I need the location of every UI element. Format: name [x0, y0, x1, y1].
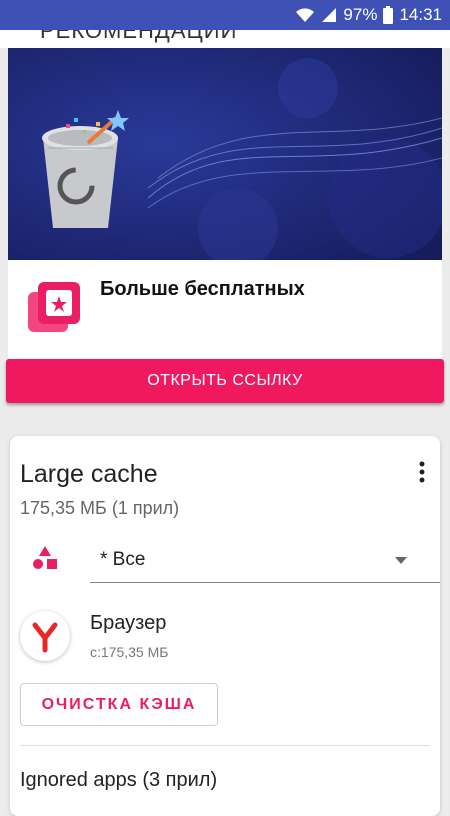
clear-cache-button[interactable]: ОЧИСТКА КЭША [20, 683, 218, 726]
divider [20, 745, 430, 746]
category-dropdown[interactable]: * Все [90, 541, 440, 583]
category-dropdown-value: * Все [100, 549, 146, 570]
recommendations-header: РЕКОМЕНДАЦИИ [0, 30, 450, 48]
large-cache-card: Large cache 175,35 МБ (1 прил) * Все Бра… [10, 436, 440, 816]
dropdown-arrow-icon [395, 557, 407, 564]
clock: 14:31 [399, 5, 442, 24]
more-options-icon[interactable] [415, 460, 429, 484]
recommendations-header-text: РЕКОМЕНДАЦИИ [40, 30, 238, 43]
ignored-apps-link[interactable]: Ignored apps (3 прил) [20, 769, 217, 792]
promo-card: Больше бесплатных [8, 260, 442, 360]
app-name: Браузер [90, 612, 167, 634]
card-title: Large cache [20, 460, 158, 488]
card-subtitle: 175,35 МБ (1 прил) [20, 498, 180, 518]
app-cache-size: с:175,35 МБ [90, 644, 169, 660]
category-filter-icon [32, 545, 58, 571]
status-bar: 97% 14:31 [0, 0, 450, 30]
open-link-button[interactable]: ОТКРЫТЬ ССЫЛКУ [6, 359, 444, 403]
battery-percent: 97% [343, 5, 378, 24]
promo-banner[interactable] [8, 48, 442, 260]
battery-icon [383, 6, 394, 24]
signal-icon [321, 7, 337, 23]
yandex-browser-icon [20, 611, 70, 661]
promo-title: Больше бесплатных [100, 278, 305, 300]
app-store-icon [26, 278, 82, 334]
wifi-icon [295, 7, 315, 23]
